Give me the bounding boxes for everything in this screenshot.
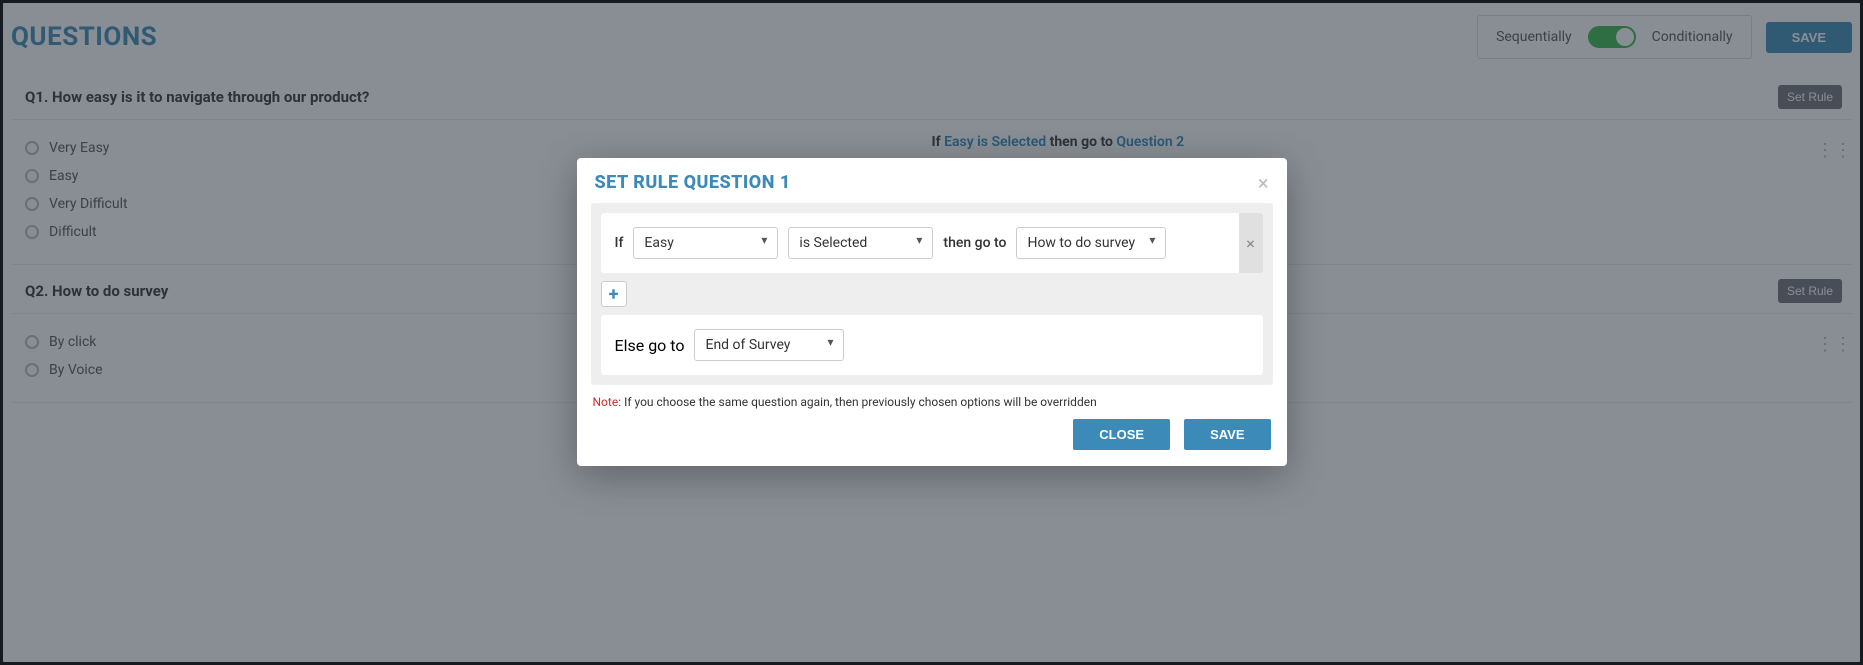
note-text: : If you choose the same question again,… xyxy=(618,395,1097,409)
modal-footer: CLOSE SAVE xyxy=(577,409,1287,466)
modal-title: SET RULE QUESTION 1 xyxy=(595,172,791,193)
close-icon[interactable]: × xyxy=(1258,173,1269,193)
modal-note: Note: If you choose the same question ag… xyxy=(577,385,1287,409)
operator-select[interactable]: is Selected xyxy=(788,227,933,259)
modal-close-button[interactable]: CLOSE xyxy=(1073,419,1170,450)
else-target-select-value: End of Survey xyxy=(705,337,790,353)
label-if: If xyxy=(615,235,624,251)
target-select-value: How to do survey xyxy=(1027,235,1135,251)
else-target-select[interactable]: End of Survey xyxy=(694,329,844,361)
operator-select-value: is Selected xyxy=(799,235,867,251)
set-rule-modal: SET RULE QUESTION 1 × If Easy is Selecte… xyxy=(577,158,1287,466)
answer-select-value: Easy xyxy=(644,235,673,251)
label-else: Else go to xyxy=(615,336,685,355)
else-row: Else go to End of Survey xyxy=(601,315,1263,375)
note-label: Note xyxy=(593,395,619,409)
target-select[interactable]: How to do survey xyxy=(1016,227,1166,259)
add-rule-button[interactable]: + xyxy=(601,281,627,307)
label-then: then go to xyxy=(943,235,1006,251)
modal-save-button[interactable]: SAVE xyxy=(1184,419,1270,450)
delete-rule-button[interactable]: × xyxy=(1239,213,1263,273)
rule-row: If Easy is Selected then go to How to do… xyxy=(601,213,1263,273)
modal-header: SET RULE QUESTION 1 × xyxy=(577,158,1287,203)
modal-body: If Easy is Selected then go to How to do… xyxy=(591,203,1273,385)
answer-select[interactable]: Easy xyxy=(633,227,778,259)
